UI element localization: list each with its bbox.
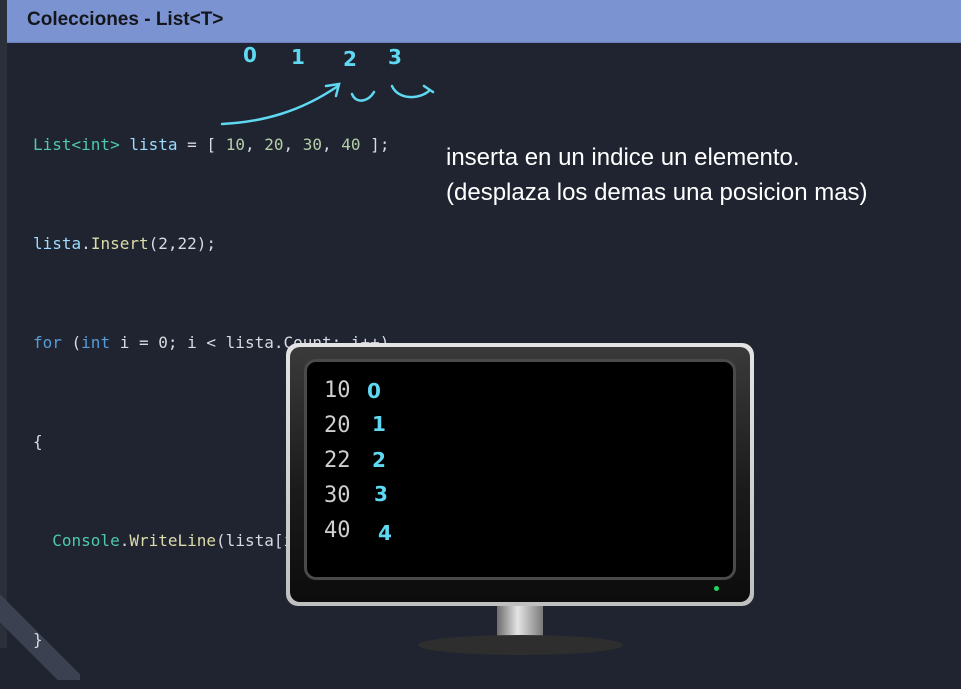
console-output: 10 20 22 30 40 bbox=[324, 373, 351, 548]
console-line: 40 bbox=[324, 518, 351, 543]
code-value: 40 bbox=[341, 135, 361, 154]
handwritten-hook-40 bbox=[390, 84, 435, 99]
code-end: ]; bbox=[360, 135, 390, 154]
title-bar: Colecciones - List<T> bbox=[7, 0, 961, 43]
code-value: 30 bbox=[302, 135, 323, 154]
code-method: Insert bbox=[90, 234, 149, 253]
code-dot: . bbox=[119, 531, 130, 550]
code-line-6: } bbox=[33, 623, 389, 656]
annotation-line-2: (desplaza los demas una posicion mas) bbox=[446, 179, 868, 206]
annotation-line-1: inserta en un indice un elemento. bbox=[446, 144, 800, 171]
power-led bbox=[714, 586, 719, 591]
code-args: (2,22); bbox=[148, 234, 217, 253]
code-open: ( bbox=[61, 333, 82, 352]
console-line: 10 bbox=[324, 378, 351, 403]
code-generic: <int> bbox=[71, 135, 120, 154]
left-edge bbox=[0, 0, 7, 648]
code-line-1: List<int> lista = [ 10, 20, 30, 40 ]; bbox=[33, 135, 390, 154]
code-keyword-for: for bbox=[33, 333, 62, 352]
code-brace-close: } bbox=[33, 630, 43, 649]
code-type: List bbox=[33, 135, 72, 154]
code-brace-open: { bbox=[33, 432, 43, 451]
monitor-stand-base bbox=[418, 635, 623, 655]
code-method: WriteLine bbox=[129, 531, 217, 550]
console-line: 20 bbox=[324, 413, 351, 438]
code-class: Console bbox=[52, 531, 120, 550]
code-keyword-int: int bbox=[81, 333, 111, 352]
console-line: 22 bbox=[324, 448, 351, 473]
code-value: 10 bbox=[225, 135, 245, 154]
annotation: inserta en un indice un elemento. (despl… bbox=[446, 140, 868, 210]
code-eq: = [ bbox=[177, 135, 226, 154]
slide-title: Colecciones - List<T> bbox=[27, 9, 224, 30]
monitor-screen bbox=[304, 359, 736, 580]
handwritten-index: 3 bbox=[388, 45, 402, 69]
code-obj: lista bbox=[33, 234, 82, 253]
code-var: lista bbox=[129, 135, 178, 154]
code-line-2: lista.Insert(2,22); bbox=[33, 227, 389, 260]
code-dot: . bbox=[81, 234, 91, 253]
code-value: 20 bbox=[264, 135, 284, 154]
console-line: 30 bbox=[324, 483, 351, 508]
